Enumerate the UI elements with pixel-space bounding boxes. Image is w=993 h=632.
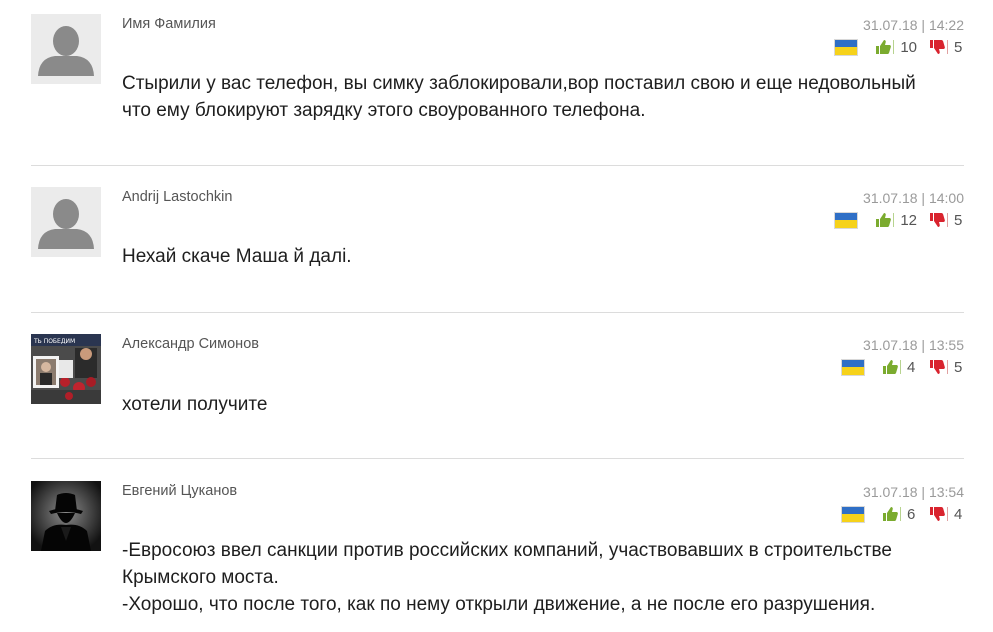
avatar-caption: ТЬ ПОБЕДИМ bbox=[33, 338, 75, 345]
dislike-count: 5 bbox=[954, 358, 963, 376]
comment-text: Стырили у вас телефон, вы симку заблокир… bbox=[122, 70, 963, 124]
vote-bar: 4 5 bbox=[842, 357, 964, 377]
divider bbox=[31, 312, 964, 313]
comment-text-line: -Евросоюз ввел санкции против российских… bbox=[122, 540, 893, 561]
default-user-icon bbox=[31, 14, 101, 84]
dislike-button[interactable]: 5 bbox=[929, 39, 964, 56]
dislike-button[interactable]: 5 bbox=[929, 212, 964, 229]
comment-datetime: 31.07.18 | 13:55 bbox=[863, 337, 964, 353]
ukraine-flag-icon bbox=[842, 359, 864, 375]
comment-datetime: 31.07.18 | 14:00 bbox=[863, 190, 964, 206]
thumbs-down-icon bbox=[930, 507, 945, 521]
vote-bar: 12 5 bbox=[835, 210, 964, 230]
comment-author[interactable]: Александр Симонов bbox=[122, 336, 259, 352]
dislike-count: 4 bbox=[954, 505, 963, 523]
comment-text-line: Нехай скаче Маша й далі. bbox=[122, 246, 352, 267]
like-button[interactable]: 12 bbox=[875, 212, 929, 229]
like-button[interactable]: 6 bbox=[882, 506, 929, 523]
comment-datetime: 31.07.18 | 14:22 bbox=[863, 17, 964, 33]
thumbs-up-icon bbox=[883, 360, 898, 374]
like-count: 12 bbox=[900, 211, 917, 229]
dislike-count: 5 bbox=[954, 211, 963, 229]
vote-bar: 10 5 bbox=[835, 37, 964, 57]
ukraine-flag-icon bbox=[842, 506, 864, 522]
hat-silhouette-avatar bbox=[31, 481, 101, 551]
ukraine-flag-icon bbox=[835, 39, 858, 55]
vote-separator bbox=[947, 40, 948, 54]
comment-meta: 31.07.18 | 14:00 12 5 bbox=[835, 189, 964, 230]
thumbs-up-icon bbox=[883, 507, 898, 521]
avatar[interactable] bbox=[31, 481, 101, 551]
like-count: 4 bbox=[907, 358, 916, 376]
vote-separator bbox=[900, 360, 901, 374]
comment-text: Нехай скаче Маша й далі. bbox=[122, 243, 963, 270]
comment-text-line: -Хорошо, что после того, как по нему отк… bbox=[122, 594, 876, 615]
vote-separator bbox=[893, 40, 895, 54]
comment-author[interactable]: Имя Фамилия bbox=[122, 16, 216, 32]
comment-author[interactable]: Евгений Цуканов bbox=[122, 483, 237, 499]
divider bbox=[31, 458, 964, 459]
vote-bar: 6 4 bbox=[842, 504, 964, 524]
photo-avatar: ТЬ ПОБЕДИМ bbox=[31, 334, 101, 404]
comment-text-line: Крымского моста. bbox=[122, 567, 279, 588]
comment-meta: 31.07.18 | 14:22 10 5 bbox=[835, 16, 964, 57]
comment-meta: 31.07.18 | 13:55 4 5 bbox=[842, 336, 964, 377]
comment-text: -Евросоюз ввел санкции против российских… bbox=[122, 537, 963, 618]
vote-separator bbox=[900, 507, 901, 521]
vote-separator bbox=[947, 507, 948, 521]
default-user-icon bbox=[31, 187, 101, 257]
comment-datetime: 31.07.18 | 13:54 bbox=[863, 484, 964, 500]
ukraine-flag-icon bbox=[835, 212, 858, 228]
comment-text-line: что ему блокируют зарядку этого своурова… bbox=[122, 100, 646, 121]
vote-separator bbox=[893, 213, 895, 227]
avatar[interactable] bbox=[31, 187, 101, 257]
comment-text: хотели получите bbox=[122, 391, 963, 418]
vote-separator bbox=[947, 360, 948, 374]
like-count: 10 bbox=[900, 38, 917, 56]
thumbs-down-icon bbox=[930, 360, 945, 374]
thumbs-down-icon bbox=[930, 213, 945, 227]
divider bbox=[31, 165, 964, 166]
avatar[interactable] bbox=[31, 14, 101, 84]
dislike-button[interactable]: 4 bbox=[929, 506, 964, 523]
thumbs-up-icon bbox=[876, 213, 892, 227]
like-button[interactable]: 4 bbox=[882, 359, 929, 376]
comment-text-line: хотели получите bbox=[122, 394, 268, 415]
dislike-count: 5 bbox=[954, 38, 963, 56]
thumbs-down-icon bbox=[930, 40, 945, 54]
comment-meta: 31.07.18 | 13:54 6 4 bbox=[842, 483, 964, 524]
like-count: 6 bbox=[907, 505, 916, 523]
comment-text-line: Стырили у вас телефон, вы симку заблокир… bbox=[122, 73, 916, 94]
like-button[interactable]: 10 bbox=[875, 39, 929, 56]
vote-separator bbox=[947, 213, 948, 227]
dislike-button[interactable]: 5 bbox=[929, 359, 964, 376]
thumbs-up-icon bbox=[876, 40, 892, 54]
avatar[interactable]: ТЬ ПОБЕДИМ bbox=[31, 334, 101, 404]
comment-author[interactable]: Andrij Lastochkin bbox=[122, 189, 232, 205]
